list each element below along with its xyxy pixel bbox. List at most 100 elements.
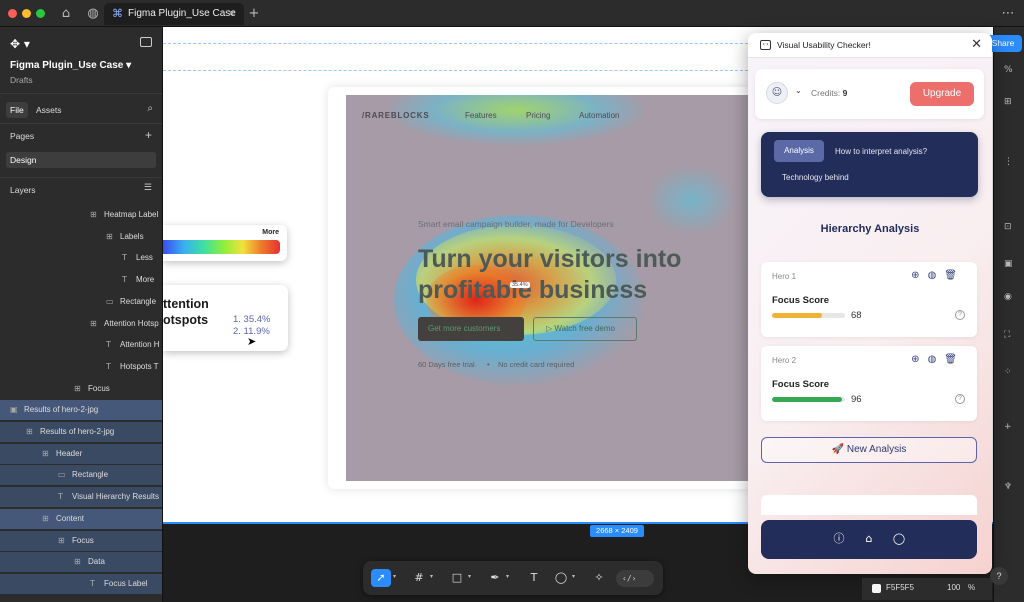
chevron-down-icon[interactable]: ▾ xyxy=(468,573,471,580)
globe-icon[interactable]: ◍ xyxy=(928,270,945,281)
layer-row[interactable]: ▭ Rectangle xyxy=(0,465,162,486)
layer-label: More xyxy=(136,275,155,285)
chevron-down-icon[interactable]: ▾ xyxy=(506,573,509,580)
layer-text-icon: T xyxy=(122,275,127,285)
upgrade-button[interactable]: Upgrade xyxy=(910,82,974,106)
globe-icon[interactable]: ◍ xyxy=(928,354,945,365)
layer-label: Focus Label xyxy=(104,578,148,588)
chevron-down-icon[interactable]: ⌄ xyxy=(795,86,802,95)
more-options-icon[interactable]: ⋮ xyxy=(1004,157,1013,167)
minimize-window-button[interactable] xyxy=(22,9,31,18)
layer-row[interactable]: T Attention H xyxy=(0,335,162,355)
layer-row[interactable]: T Less xyxy=(0,248,162,268)
layer-row[interactable]: ▭ Rectangle xyxy=(0,292,162,312)
collapse-layers-icon[interactable]: ☰ xyxy=(144,182,152,193)
frame-tool-icon[interactable]: # xyxy=(409,569,429,587)
fill-hex[interactable]: F5F5F5 xyxy=(886,583,914,592)
layer-row[interactable]: ▣ Results of hero-2-jpg xyxy=(0,400,162,421)
more-icon[interactable]: ⋯ xyxy=(998,4,1018,24)
file-name[interactable]: Figma Plugin_Use Case ▾ xyxy=(10,60,131,71)
visibility-icon[interactable]: ◉ xyxy=(1004,292,1012,302)
layer-frame-icon: ⊞ xyxy=(74,383,81,393)
layer-row[interactable]: T Focus Label xyxy=(0,573,162,594)
chevron-down-icon[interactable]: ▾ xyxy=(393,573,396,580)
figma-menu-icon[interactable]: ✥ ▾ xyxy=(10,37,30,51)
text-tool-icon[interactable]: T xyxy=(524,569,544,587)
target-icon[interactable]: ⊕ xyxy=(911,270,927,281)
layer-row[interactable]: T Visual Hierarchy Results xyxy=(0,487,162,508)
help-icon[interactable]: ⓘ xyxy=(832,532,846,546)
tab-bar: ⌂ ◍ ⌘ Figma Plugin_Use Case ✕ + ⋯ xyxy=(0,0,1024,27)
tab-how-to-interpret[interactable]: How to interpret analysis? xyxy=(835,147,927,156)
layer-row[interactable]: T More xyxy=(0,270,162,290)
expand-icon[interactable]: ⛶ xyxy=(1004,330,1010,340)
toggle-panel-icon[interactable] xyxy=(140,37,152,47)
rectangle-tool-icon[interactable]: □ xyxy=(447,569,467,587)
chevron-down-icon[interactable]: ▾ xyxy=(572,573,575,580)
figma-file-icon: ⌘ xyxy=(112,7,123,20)
layer-row[interactable]: ⊞ Content xyxy=(0,508,162,529)
align-icon[interactable]: ⊞ xyxy=(1004,97,1012,107)
new-tab-icon[interactable]: + xyxy=(244,4,264,24)
add-icon[interactable]: + xyxy=(1004,422,1012,432)
chevron-down-icon[interactable]: ▾ xyxy=(430,573,433,580)
page-item-design[interactable]: Design xyxy=(6,152,156,168)
home-icon[interactable]: ⌂ xyxy=(862,532,876,546)
target-icon[interactable]: ⊕ xyxy=(911,354,927,365)
layer-label: Header xyxy=(56,448,83,458)
close-window-button[interactable] xyxy=(8,9,17,18)
frame-icon[interactable]: ▣ xyxy=(1004,259,1013,269)
new-analysis-button[interactable]: 🚀 New Analysis xyxy=(761,437,977,463)
fill-swatch[interactable] xyxy=(872,584,881,593)
file-tab[interactable]: ⌘ Figma Plugin_Use Case ✕ xyxy=(104,3,244,25)
grid-icon[interactable]: ⁘ xyxy=(1004,367,1012,377)
anchor-icon[interactable]: ♆ xyxy=(1004,482,1012,492)
tab-file[interactable]: File xyxy=(6,102,28,118)
fullscreen-window-button[interactable] xyxy=(36,9,45,18)
layer-row[interactable]: ⊞ Data xyxy=(0,552,162,573)
hero-actions: ⊕◍🗑 xyxy=(911,270,965,281)
site-brand: /RAREBLOCKS xyxy=(362,111,430,120)
move-tool-icon[interactable]: ➚ xyxy=(371,569,391,587)
layer-row[interactable]: T Hotspots T xyxy=(0,357,162,377)
fill-opacity[interactable]: 100 xyxy=(947,583,960,592)
heatmap-preview[interactable]: /RAREBLOCKS Features Pricing Automation … xyxy=(346,95,748,481)
search-icon[interactable]: ⌕ xyxy=(147,103,153,114)
file-location[interactable]: Drafts xyxy=(10,75,33,85)
tab-technology-behind[interactable]: Technology behind xyxy=(782,173,849,182)
site-fine-dot: • xyxy=(487,360,490,369)
ai-tool-icon[interactable]: ✧ xyxy=(589,569,609,587)
help-button[interactable]: ? xyxy=(990,567,1008,585)
help-icon[interactable]: ? xyxy=(955,394,965,404)
trash-icon[interactable]: 🗑 xyxy=(944,270,965,281)
zoom-percent-icon[interactable]: % xyxy=(1004,65,1013,75)
dev-mode-toggle[interactable]: ‹/› xyxy=(616,570,654,587)
attention-hotspots-card[interactable]: ttention otspots 1. 35.4% 2. 11.9% xyxy=(163,285,288,351)
pen-tool-icon[interactable]: ✒ xyxy=(485,569,505,587)
layer-frame-icon: ⊞ xyxy=(58,535,65,545)
close-tab-icon[interactable]: ✕ xyxy=(227,3,236,25)
heat-percent-tag: 35.4% xyxy=(510,282,530,288)
globe-icon[interactable]: ◍ xyxy=(83,4,103,24)
layer-row[interactable]: ⊞ Header xyxy=(0,443,162,464)
layer-row[interactable]: ⊞ Labels xyxy=(0,227,162,247)
user-icon[interactable]: ☺ xyxy=(766,82,788,104)
help-icon[interactable]: ? xyxy=(955,310,965,320)
heatmap-legend[interactable]: More xyxy=(163,225,287,261)
comment-tool-icon[interactable]: ◯ xyxy=(551,569,571,587)
layer-row[interactable]: ⊞ Attention Hotsp xyxy=(0,314,162,334)
layer-row[interactable]: ⊞ Heatmap Label xyxy=(0,205,162,225)
constraints-icon[interactable]: ⊡ xyxy=(1004,222,1012,232)
close-icon[interactable]: ✕ xyxy=(971,37,982,52)
chat-icon[interactable]: ◯ xyxy=(892,532,906,546)
layer-row[interactable]: ⊞ Results of hero-2-jpg xyxy=(0,422,162,442)
site-nav-pricing: Pricing xyxy=(526,111,551,120)
home-icon[interactable]: ⌂ xyxy=(56,4,76,24)
add-page-icon[interactable]: + xyxy=(145,128,152,142)
trash-icon[interactable]: 🗑 xyxy=(944,354,965,365)
tab-analysis[interactable]: Analysis xyxy=(774,140,824,162)
layer-row[interactable]: ⊞ Focus xyxy=(0,379,162,399)
layer-row[interactable]: ⊞ Focus xyxy=(0,530,162,551)
tab-assets[interactable]: Assets xyxy=(32,102,66,118)
pages-label: Pages xyxy=(10,131,35,141)
